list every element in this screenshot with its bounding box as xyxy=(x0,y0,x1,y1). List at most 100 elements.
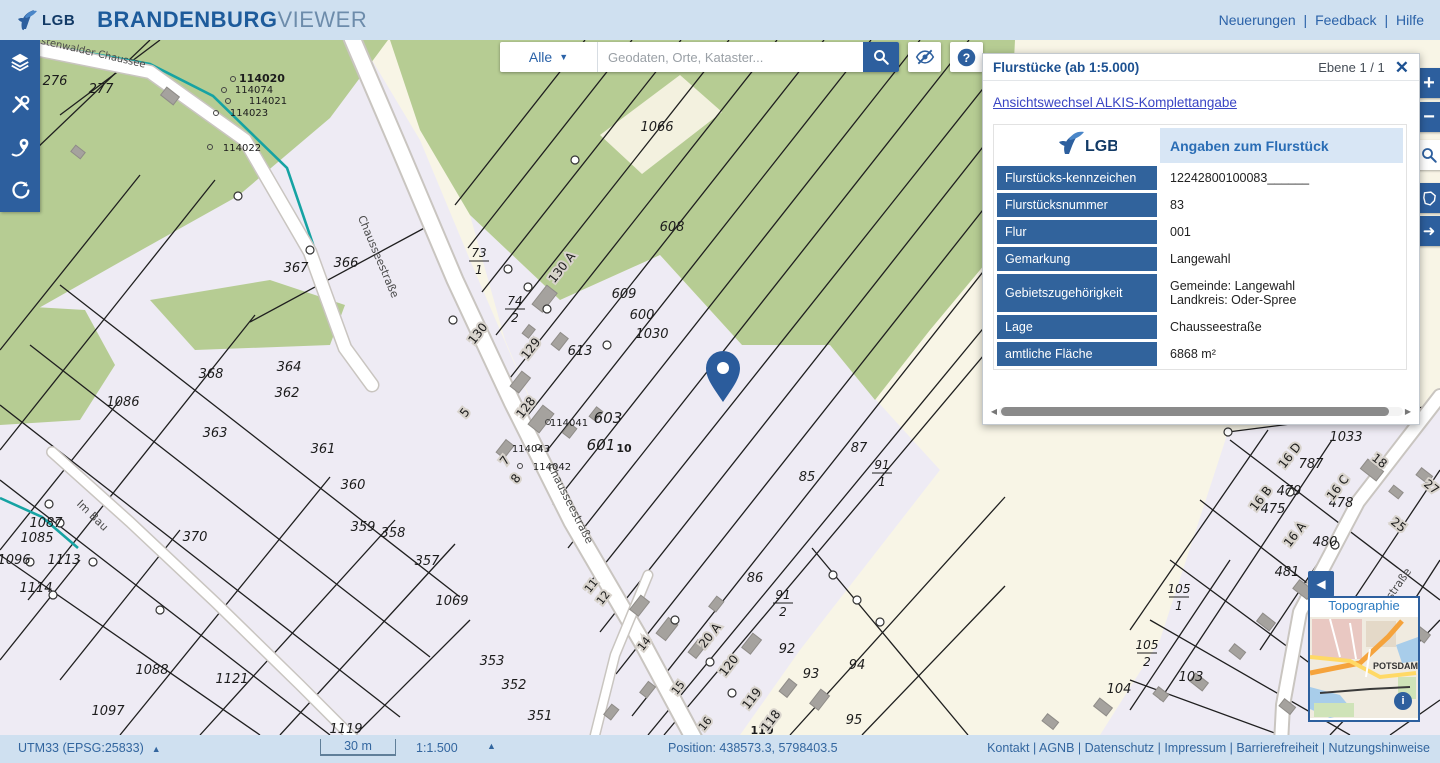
link-feedback[interactable]: Feedback xyxy=(1315,12,1376,28)
crs-label: UTM33 (EPSG:25833) xyxy=(18,741,144,755)
parcel-number-label: 352 xyxy=(502,678,527,693)
parcel-number-label: 1086 xyxy=(106,395,139,410)
search-filter-label: Alle xyxy=(529,49,552,65)
scale-ratio: 1:1.500 xyxy=(416,741,458,755)
parcel-fraction-numerator: 73 xyxy=(471,246,486,260)
parcel-number-label: 358 xyxy=(381,526,406,541)
parcel-number-label: 1097 xyxy=(91,704,125,719)
chevron-down-icon: ▼ xyxy=(559,52,568,62)
minus-icon: − xyxy=(1423,106,1435,129)
search-filter-dropdown[interactable]: Alle ▼ xyxy=(500,42,598,72)
parcel-number-label: 1030 xyxy=(635,327,668,342)
link-barrierefreiheit[interactable]: Barrierefreiheit xyxy=(1236,741,1318,755)
parcel-fraction-denominator: 1 xyxy=(878,475,886,489)
search-bar: Alle ▼ ? xyxy=(500,42,983,72)
parcel-number-label: 85 xyxy=(799,470,816,485)
parcel-number-label: 601 xyxy=(587,436,616,454)
scroll-left-icon[interactable]: ◀ xyxy=(989,407,999,416)
link-agnb[interactable]: AGNB xyxy=(1039,741,1074,755)
refresh-button[interactable] xyxy=(0,169,40,212)
scalebar-label: 30 m xyxy=(344,739,372,753)
footer-links: Kontakt | AGNB | Datenschutz | Impressum… xyxy=(987,741,1430,755)
lgb-table-logo: LGB xyxy=(1037,128,1117,158)
parcel-number-label: 357 xyxy=(415,554,441,569)
row-label: Lage xyxy=(997,315,1157,339)
tools-button[interactable] xyxy=(0,83,40,126)
row-value: 001 xyxy=(1160,220,1403,244)
scalebar: 30 m xyxy=(320,739,396,756)
parcel-fraction-numerator: 74 xyxy=(507,294,522,308)
parcel-number-label: 359 xyxy=(351,520,376,535)
tools-icon xyxy=(10,94,31,115)
parcel-number-label: 1033 xyxy=(1329,430,1362,445)
separator: | xyxy=(1380,12,1392,28)
parcel-fraction-numerator: 91 xyxy=(874,458,889,472)
parcel-number-label: 1113 xyxy=(47,553,80,568)
parcel-number-label: 366 xyxy=(334,256,359,271)
row-label: Flur xyxy=(997,220,1157,244)
parcel-number-label: 92 xyxy=(779,642,796,657)
crs-selector[interactable]: UTM33 (EPSG:25833) ▲ xyxy=(18,741,161,755)
scrollbar-track[interactable] xyxy=(999,407,1403,416)
separator: | xyxy=(1318,741,1328,755)
parcel-number-label: 787 xyxy=(1299,457,1325,472)
app-title: BRANDENBURGVIEWER xyxy=(97,7,367,33)
panel-header: Flurstücke (ab 1:5.000) Ebene 1 / 1 ✕ xyxy=(983,54,1419,81)
location-pin-button[interactable] xyxy=(0,126,40,169)
cursor-position: Position: 438573.3, 5798403.5 xyxy=(668,741,838,755)
parcel-number-label: 609 xyxy=(612,287,637,302)
parcel-number-label: 1121 xyxy=(215,672,248,687)
row-label: Gebietszugehörigkeit xyxy=(997,274,1157,312)
search-input[interactable] xyxy=(598,42,863,72)
table-header-cell: Angaben zum Flurstück xyxy=(1160,128,1403,163)
link-impressum[interactable]: Impressum xyxy=(1164,741,1226,755)
separator: | xyxy=(1226,741,1236,755)
scale-selector-icon[interactable]: ▲ xyxy=(487,741,496,751)
row-label: amtliche Fläche xyxy=(997,342,1157,366)
plus-icon: + xyxy=(1423,72,1435,95)
info-icon[interactable]: i xyxy=(1394,692,1412,710)
header-links: Neuerungen | Feedback | Hilfe xyxy=(1219,12,1424,28)
link-neuerungen[interactable]: Neuerungen xyxy=(1219,12,1296,28)
parcel-number-label: 276 xyxy=(43,74,68,89)
search-button[interactable] xyxy=(863,42,899,72)
magnifier-icon xyxy=(1420,146,1438,164)
arrow-left-icon: ◀ xyxy=(1316,577,1325,591)
parcel-number-label: 10 xyxy=(616,442,632,455)
minimap-panel[interactable]: Topographie POTSDAM i xyxy=(1308,596,1420,722)
search-icon xyxy=(872,48,890,66)
parcel-number-label: 603 xyxy=(594,409,623,427)
link-hilfe[interactable]: Hilfe xyxy=(1396,12,1424,28)
minimap-city-label: POTSDAM xyxy=(1373,661,1418,671)
parcel-number-label: 481 xyxy=(1275,565,1300,580)
layers-button[interactable] xyxy=(0,40,40,83)
parcel-number-label: 480 xyxy=(1313,535,1338,550)
alkis-view-switch-link[interactable]: Ansichtswechsel ALKIS-Komplettangabe xyxy=(993,95,1237,110)
hide-markers-button[interactable] xyxy=(908,42,941,72)
parcel-number-label: 114022 xyxy=(223,143,261,154)
brandenburg-outline-icon xyxy=(1421,190,1438,207)
parcel-fraction-numerator: 105 xyxy=(1136,638,1159,652)
help-button[interactable]: ? xyxy=(950,42,983,72)
scroll-right-icon[interactable]: ▶ xyxy=(1403,407,1413,416)
parcel-number-label: 1087 xyxy=(29,516,63,531)
scrollbar-thumb[interactable] xyxy=(1001,407,1389,416)
layers-icon xyxy=(9,51,31,73)
row-label: Gemarkung xyxy=(997,247,1157,271)
location-pin-icon xyxy=(10,137,31,158)
parcel-number-label: 86 xyxy=(747,571,764,586)
parcel-number-label: 1066 xyxy=(640,120,673,135)
close-icon[interactable]: ✕ xyxy=(1395,59,1409,76)
link-kontakt[interactable]: Kontakt xyxy=(987,741,1029,755)
row-value: Langewahl xyxy=(1160,247,1403,271)
link-nutzungshinweise[interactable]: Nutzungshinweise xyxy=(1329,741,1430,755)
row-value: 6868 m² xyxy=(1160,342,1403,366)
chevron-up-icon: ▲ xyxy=(152,744,161,754)
link-datenschutz[interactable]: Datenschutz xyxy=(1085,741,1154,755)
lgb-logo-text: LGB xyxy=(42,12,75,29)
app-title-light: VIEWER xyxy=(277,7,367,32)
parcel-number-label: 1114 xyxy=(19,581,52,596)
minimap-collapse-button[interactable]: ◀ xyxy=(1308,571,1334,597)
layer-pager: Ebene 1 / 1 xyxy=(1318,60,1385,75)
eye-off-icon xyxy=(915,47,935,67)
